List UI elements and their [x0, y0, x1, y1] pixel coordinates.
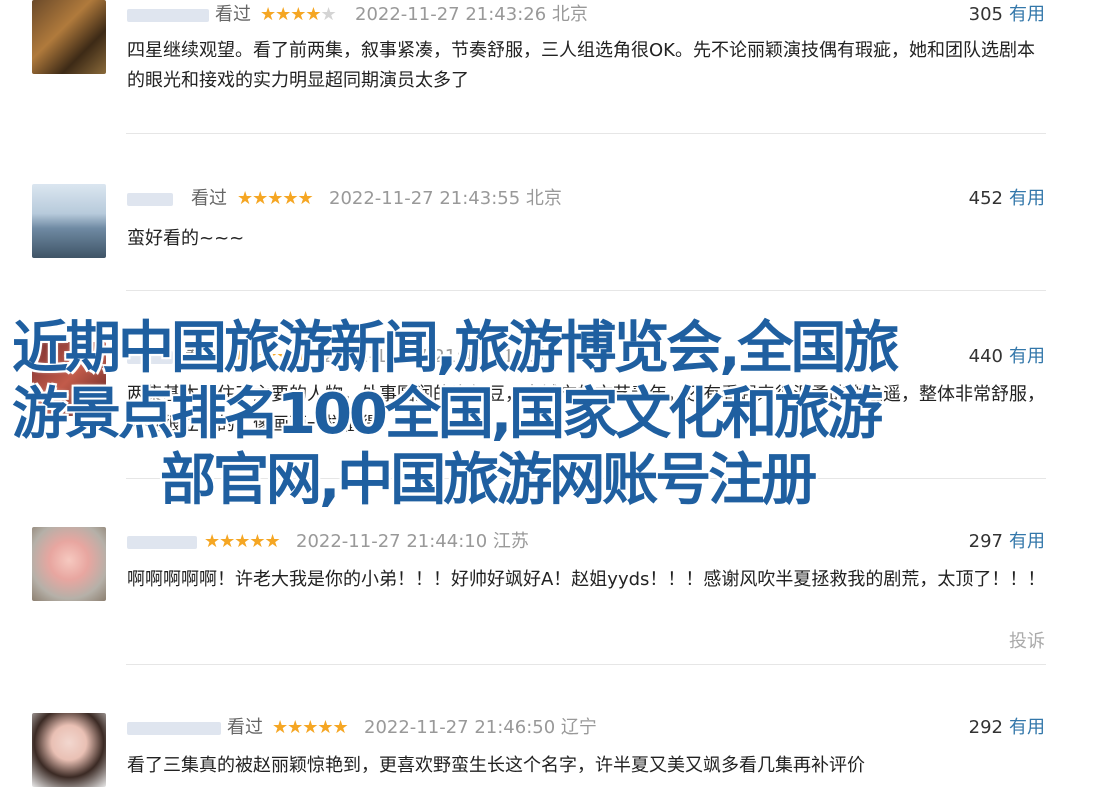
username-blurred[interactable] [127, 536, 197, 549]
rating-stars: ★★★★★ [204, 531, 281, 552]
review-time: 2022-11-27 21:43:26 北京 [355, 4, 588, 25]
vote-count: 440 [968, 346, 1003, 367]
useful-votes: 297 有用 [969, 527, 1045, 557]
watched-label: 看过 [191, 188, 227, 209]
divider [126, 290, 1046, 291]
watched-label: 看过 [215, 4, 251, 25]
rating-stars: ★★★★★ [260, 4, 337, 25]
avatar[interactable] [32, 713, 106, 787]
divider [126, 133, 1046, 134]
useful-votes: 292 有用 [969, 713, 1045, 743]
useful-votes: 440 有用 [969, 342, 1045, 372]
vote-count: 292 [968, 717, 1003, 738]
vote-count: 305 [968, 4, 1003, 25]
useful-button[interactable]: 有用 [1009, 4, 1045, 25]
review-content: 啊啊啊啊啊！许老大我是你的小弟！！！好帅好飒好A！赵姐yyds！！！感谢风吹半夏… [127, 569, 1046, 590]
review-time: 2022-11-27 21:44:10 江苏 [296, 531, 529, 552]
avatar[interactable] [32, 0, 106, 74]
vote-count: 297 [968, 531, 1003, 552]
useful-votes: 452 有用 [969, 184, 1045, 214]
report-button[interactable]: 投诉 [1009, 627, 1045, 653]
review-content: 看了三集真的被赵丽颖惊艳到，更喜欢野蛮生长这个名字，许半夏又美又飒多看几集再补评… [127, 755, 865, 776]
useful-button[interactable]: 有用 [1009, 531, 1045, 552]
useful-votes: 305 有用 [969, 0, 1045, 30]
overlay-line-3: 部官网,中国旅游网账号注册 [160, 448, 817, 513]
review-time: 2022-11-27 21:43:55 北京 [329, 188, 562, 209]
review-content: 四星继续观望。看了前两集，叙事紧凑，节奏舒服，三人组选角很OK。先不论丽颖演技偶… [127, 40, 1035, 91]
review-content: 蛮好看的~~~ [127, 228, 245, 249]
rating-stars: ★★★★★ [237, 188, 314, 209]
review-time: 2022-11-27 21:46:50 辽宁 [364, 717, 597, 738]
useful-button[interactable]: 有用 [1009, 346, 1045, 367]
username-blurred[interactable] [127, 722, 221, 735]
rating-stars: ★★★★★ [272, 717, 349, 738]
vote-count: 452 [968, 188, 1003, 209]
overlay-line-2: 游景点排名100全国,国家文化和旅游 [12, 382, 883, 447]
useful-button[interactable]: 有用 [1009, 188, 1045, 209]
useful-button[interactable]: 有用 [1009, 717, 1045, 738]
divider [126, 664, 1046, 665]
avatar[interactable] [32, 527, 106, 601]
username-blurred[interactable] [127, 9, 209, 22]
avatar[interactable] [32, 184, 106, 258]
watched-label: 看过 [227, 717, 263, 738]
overlay-line-1: 近期中国旅游新闻,旅游博览会,全国旅 [12, 316, 900, 381]
username-blurred[interactable] [127, 193, 173, 206]
